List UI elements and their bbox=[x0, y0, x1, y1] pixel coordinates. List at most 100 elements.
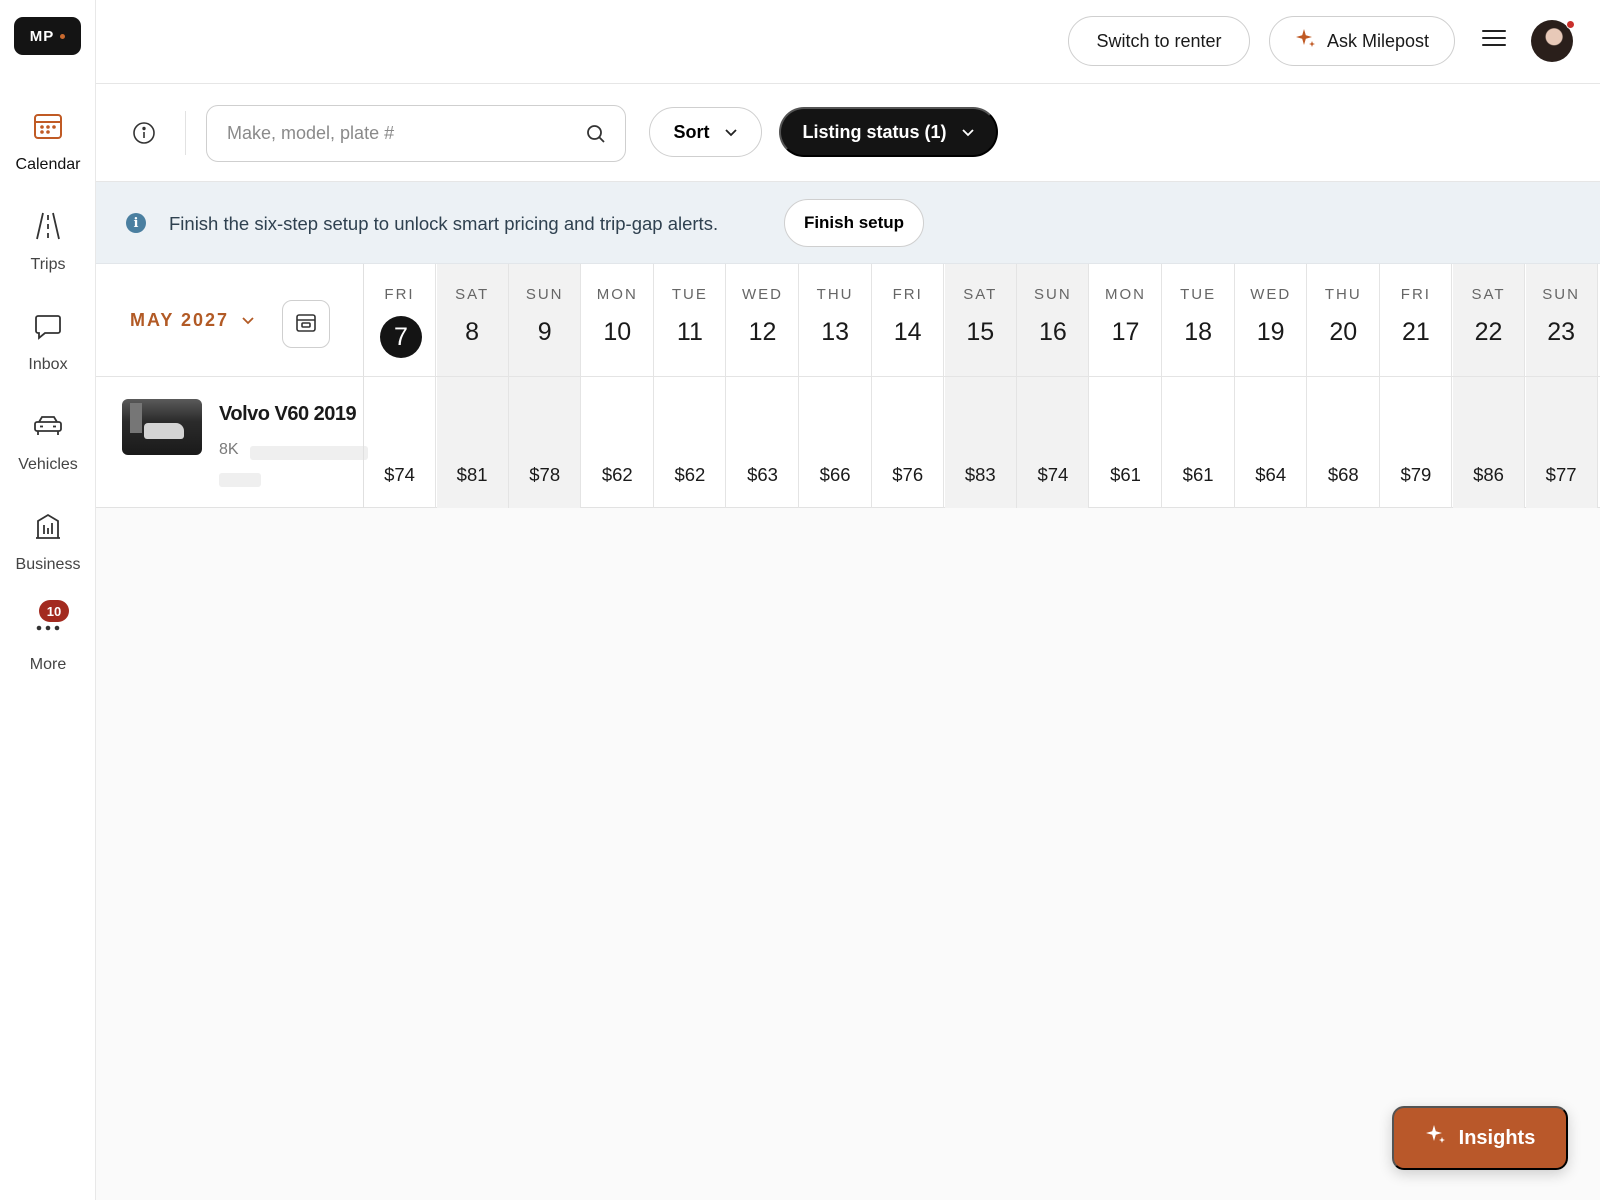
day-price[interactable]: $63 bbox=[727, 464, 798, 486]
day-cell[interactable] bbox=[1526, 377, 1597, 508]
day-number[interactable]: 16 bbox=[1017, 318, 1088, 347]
today-date[interactable]: 7 bbox=[380, 316, 422, 358]
ask-milepost-label: Ask Milepost bbox=[1326, 30, 1430, 51]
sidebar-item-inbox[interactable]: Inbox bbox=[0, 310, 96, 374]
day-number[interactable]: 9 bbox=[509, 318, 580, 347]
day-price[interactable]: $86 bbox=[1453, 464, 1524, 486]
day-of-week: FRI bbox=[384, 286, 415, 303]
chevron-down-icon bbox=[241, 310, 255, 331]
day-number[interactable]: 20 bbox=[1308, 318, 1379, 347]
day-cell[interactable] bbox=[1453, 377, 1524, 508]
day-column: TUE 18 $61 bbox=[1163, 264, 1235, 508]
month-picker[interactable]: MAY 2027 bbox=[130, 310, 255, 331]
day-number[interactable]: 18 bbox=[1163, 318, 1234, 347]
day-number[interactable]: 17 bbox=[1090, 318, 1161, 347]
day-column: FRI 21 $79 bbox=[1380, 264, 1453, 508]
road-icon bbox=[32, 210, 64, 242]
day-price[interactable]: $74 bbox=[364, 464, 435, 486]
day-cell[interactable] bbox=[509, 377, 580, 508]
day-cell[interactable] bbox=[1308, 377, 1379, 508]
sidebar: MP Calendar Trips Inbox Vehicles Busines… bbox=[0, 0, 96, 1200]
sidebar-item-label: Business bbox=[15, 556, 81, 573]
chevron-down-icon bbox=[724, 122, 738, 143]
search-box bbox=[206, 105, 626, 162]
day-price[interactable]: $76 bbox=[872, 464, 943, 486]
day-number[interactable]: 15 bbox=[945, 318, 1016, 347]
day-cell[interactable] bbox=[727, 377, 798, 508]
day-cell[interactable] bbox=[945, 377, 1016, 508]
day-cell[interactable] bbox=[1235, 377, 1306, 508]
day-number[interactable]: 11 bbox=[654, 318, 725, 347]
day-of-week: FRI bbox=[1400, 286, 1431, 303]
finish-setup-label: Finish setup bbox=[803, 213, 905, 232]
building-icon bbox=[32, 510, 64, 542]
day-number[interactable]: 23 bbox=[1526, 318, 1597, 347]
search-input[interactable] bbox=[207, 106, 567, 161]
today-button[interactable] bbox=[282, 300, 330, 348]
day-cell[interactable] bbox=[872, 377, 943, 508]
day-price[interactable]: $62 bbox=[582, 464, 653, 486]
day-number[interactable]: 19 bbox=[1235, 318, 1306, 347]
search-icon[interactable] bbox=[585, 123, 607, 150]
car-icon bbox=[32, 410, 64, 442]
switch-to-renter-button[interactable]: Switch to renter bbox=[1068, 16, 1250, 66]
day-column: MON 10 $62 bbox=[582, 264, 654, 508]
finish-setup-button[interactable]: Finish setup bbox=[784, 199, 924, 247]
sidebar-item-more[interactable]: 10 More bbox=[0, 600, 96, 674]
day-cell[interactable] bbox=[437, 377, 508, 508]
day-price[interactable]: $78 bbox=[509, 464, 580, 486]
day-price[interactable]: $64 bbox=[1235, 464, 1306, 486]
day-price[interactable]: $61 bbox=[1090, 464, 1161, 486]
day-column: FRI 7 $74 bbox=[364, 264, 436, 508]
day-price[interactable]: $62 bbox=[654, 464, 725, 486]
day-price[interactable]: $66 bbox=[800, 464, 871, 486]
insights-button[interactable]: Insights bbox=[1392, 1106, 1568, 1170]
vehicle-photo[interactable] bbox=[122, 399, 202, 455]
day-cell[interactable] bbox=[1380, 377, 1451, 508]
day-price[interactable]: $79 bbox=[1380, 464, 1451, 486]
day-cell[interactable] bbox=[1090, 377, 1161, 508]
hamburger-menu-icon[interactable] bbox=[1482, 30, 1506, 50]
day-number[interactable]: 8 bbox=[437, 318, 508, 347]
day-column: WED 12 $63 bbox=[727, 264, 799, 508]
day-cell[interactable] bbox=[1017, 377, 1088, 508]
day-of-week: THU bbox=[1324, 286, 1362, 303]
day-number[interactable]: 14 bbox=[872, 318, 943, 347]
day-cell[interactable] bbox=[364, 377, 435, 508]
day-cell[interactable] bbox=[800, 377, 871, 508]
day-number[interactable]: 12 bbox=[727, 318, 798, 347]
ask-milepost-button[interactable]: Ask Milepost bbox=[1269, 16, 1455, 66]
day-price[interactable]: $81 bbox=[437, 464, 508, 486]
day-price[interactable]: $68 bbox=[1308, 464, 1379, 486]
day-column: FRI 14 $76 bbox=[872, 264, 945, 508]
day-price[interactable]: $77 bbox=[1526, 464, 1597, 486]
sidebar-item-business[interactable]: Business bbox=[0, 510, 96, 574]
day-column: THU 13 $66 bbox=[800, 264, 872, 508]
day-number[interactable]: 21 bbox=[1380, 318, 1451, 347]
day-cell[interactable] bbox=[654, 377, 725, 508]
day-of-week: SAT bbox=[963, 286, 998, 303]
day-number[interactable]: 22 bbox=[1453, 318, 1524, 347]
day-price[interactable]: $61 bbox=[1163, 464, 1234, 486]
day-of-week: WED bbox=[742, 286, 783, 303]
listing-status-button[interactable]: Listing status (1) bbox=[779, 107, 998, 157]
day-price[interactable]: $74 bbox=[1017, 464, 1088, 486]
app-logo[interactable]: MP bbox=[14, 17, 81, 55]
day-column: SUN 23 $77 bbox=[1525, 264, 1598, 508]
calendar-grid: MAY 2027 Volvo V60 2019 8K FRI 7 $74 SAT 8 $8… bbox=[96, 264, 1600, 508]
day-cell[interactable] bbox=[1163, 377, 1234, 508]
day-number[interactable]: 10 bbox=[582, 318, 653, 347]
sidebar-item-calendar[interactable]: Calendar bbox=[0, 110, 96, 174]
day-of-week: SAT bbox=[1471, 286, 1506, 303]
chevron-down-icon bbox=[961, 122, 975, 143]
day-cell[interactable] bbox=[582, 377, 653, 508]
day-number[interactable]: 13 bbox=[800, 318, 871, 347]
day-price[interactable]: $83 bbox=[945, 464, 1016, 486]
info-icon[interactable] bbox=[132, 121, 156, 145]
sidebar-item-vehicles[interactable]: Vehicles bbox=[0, 410, 96, 474]
day-of-week: SUN bbox=[1542, 286, 1580, 303]
sidebar-item-trips[interactable]: Trips bbox=[0, 210, 96, 274]
sort-button[interactable]: Sort bbox=[649, 107, 762, 157]
vehicle-name[interactable]: Volvo V60 2019 bbox=[219, 403, 357, 426]
sidebar-item-label: More bbox=[29, 656, 67, 673]
